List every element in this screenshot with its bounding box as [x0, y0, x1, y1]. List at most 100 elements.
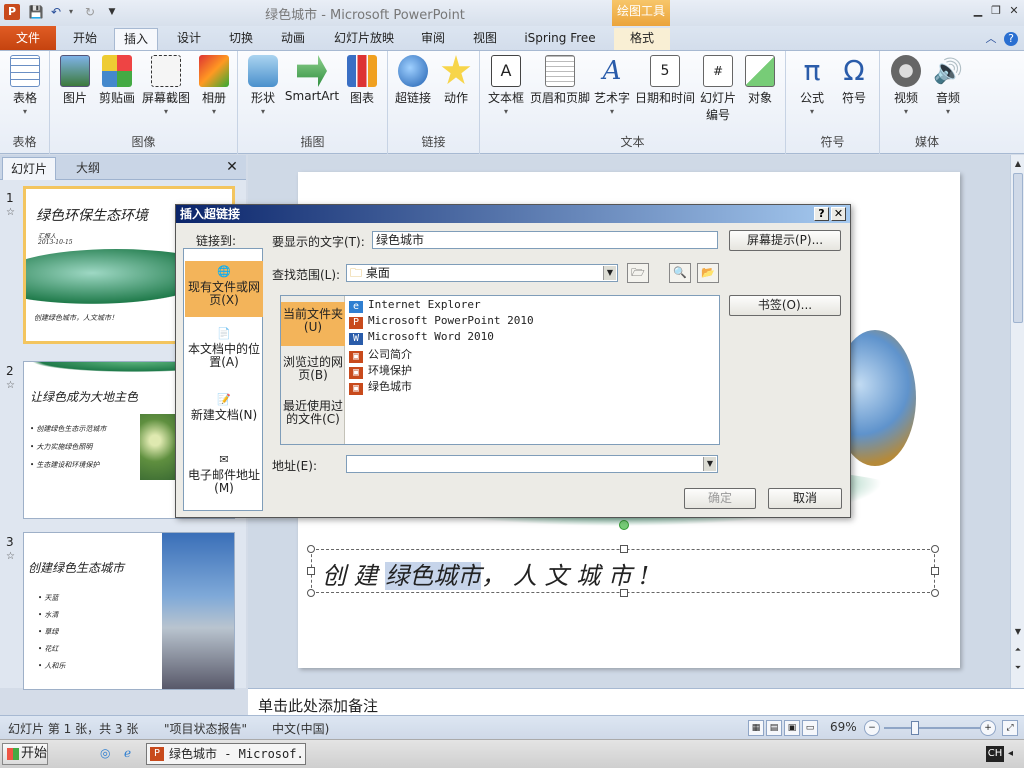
tab-slides[interactable]: 幻灯片: [2, 157, 56, 180]
next-slide-icon[interactable]: ⏷: [1012, 661, 1024, 675]
clipart-button[interactable]: 剪贴画: [96, 55, 138, 106]
header-footer-button[interactable]: 页眉和页脚: [528, 55, 592, 106]
bookmark-button[interactable]: 书签(O)...: [729, 295, 841, 316]
collapse-ribbon-icon[interactable]: ︿: [984, 32, 998, 46]
tab-animations[interactable]: 动画: [270, 28, 316, 50]
tab-outline[interactable]: 大纲: [60, 157, 116, 180]
resize-handle[interactable]: [931, 567, 939, 575]
link-email-address[interactable]: ✉ 电子邮件地址(M): [185, 449, 263, 499]
fit-to-window-icon[interactable]: ⤢: [1002, 720, 1018, 736]
tab-design[interactable]: 设计: [166, 28, 212, 50]
scroll-thumb[interactable]: [1013, 173, 1023, 323]
start-button[interactable]: 开始: [2, 743, 48, 765]
slide-text[interactable]: 创 建 绿色城市， 人 文 城 市 !: [322, 556, 649, 591]
tab-format[interactable]: 格式: [614, 28, 670, 50]
tab-slideshow[interactable]: 幻灯片放映: [326, 28, 402, 50]
wordart-button[interactable]: A 艺术字 ▾: [592, 55, 632, 116]
ie-icon[interactable]: ℯ: [124, 746, 140, 762]
resize-handle[interactable]: [931, 545, 939, 553]
scroll-down-icon[interactable]: ▼: [1012, 625, 1024, 639]
ok-button[interactable]: 确定: [684, 488, 756, 509]
resize-handle[interactable]: [307, 567, 315, 575]
zoom-slider-thumb[interactable]: [911, 721, 920, 735]
help-icon[interactable]: ?: [1004, 32, 1018, 46]
audio-button[interactable]: 🔊 音频 ▾: [928, 55, 968, 116]
file-list-item[interactable]: W Microsoft Word 2010: [349, 330, 494, 345]
selected-text[interactable]: 绿色城市: [385, 562, 482, 590]
tab-view[interactable]: 视图: [462, 28, 508, 50]
screenshot-button[interactable]: 屏幕截图 ▾: [140, 55, 192, 116]
picture-button[interactable]: 图片: [54, 55, 96, 106]
file-list-item[interactable]: ▣ 绿色城市: [349, 378, 412, 395]
tab-transitions[interactable]: 切换: [218, 28, 264, 50]
minimize-icon[interactable]: ▁: [970, 3, 986, 19]
zoom-slider[interactable]: [884, 727, 980, 729]
date-time-button[interactable]: 5 日期和时间: [632, 55, 698, 106]
normal-view-icon[interactable]: ▦: [748, 720, 764, 736]
zoom-out-icon[interactable]: −: [864, 720, 880, 736]
photo-album-button[interactable]: 相册 ▾: [194, 55, 234, 116]
close-icon[interactable]: ✕: [224, 159, 240, 175]
zoom-in-icon[interactable]: +: [980, 720, 996, 736]
up-one-folder-icon[interactable]: 🗁: [627, 263, 649, 283]
file-list-item[interactable]: e Internet Explorer: [349, 298, 481, 313]
chevron-down-icon[interactable]: ▼: [703, 457, 716, 471]
screentip-button[interactable]: 屏幕提示(P)...: [729, 230, 841, 251]
equation-button[interactable]: π 公式 ▾: [792, 55, 832, 117]
dialog-help-icon[interactable]: ?: [814, 207, 829, 221]
ime-indicator[interactable]: CH: [986, 746, 1004, 762]
chart-button[interactable]: 图表: [342, 55, 382, 106]
slide-thumbnail-3[interactable]: 创建绿色生态城市 • 天蓝 • 水清 • 草绿 • 花红 • 人和乐: [23, 532, 235, 690]
close-icon[interactable]: ✕: [1006, 3, 1022, 19]
symbol-button[interactable]: Ω 符号: [834, 55, 874, 106]
file-list-item[interactable]: ▣ 环境保护: [349, 362, 412, 379]
tab-file[interactable]: 文件: [0, 26, 56, 50]
browse-web-icon[interactable]: 🔍: [669, 263, 691, 283]
dialog-close-icon[interactable]: ✕: [831, 207, 846, 221]
chevron-down-icon[interactable]: ▼: [603, 266, 616, 280]
shapes-button[interactable]: 形状 ▾: [244, 55, 282, 116]
link-existing-file[interactable]: 🌐 现有文件或网页(X): [185, 261, 263, 317]
link-new-document[interactable]: 📝 新建文档(N): [185, 389, 263, 429]
file-list-item[interactable]: ▣ 公司简介: [349, 346, 412, 363]
previous-slide-icon[interactable]: ⏶: [1012, 643, 1024, 657]
location-recent-files[interactable]: 最近使用过的文件(C): [281, 396, 345, 440]
resize-handle[interactable]: [620, 589, 628, 597]
vertical-scrollbar[interactable]: ▲ ▼ ⏶ ⏷: [1010, 155, 1024, 688]
slide-number-button[interactable]: # 幻灯片 编号: [698, 55, 738, 123]
tab-insert[interactable]: 插入: [114, 28, 158, 50]
text-box[interactable]: 创 建 绿色城市， 人 文 城 市 !: [311, 549, 935, 593]
object-button[interactable]: 对象: [740, 55, 780, 106]
location-browsed-pages[interactable]: 浏览过的网页(B): [281, 352, 345, 386]
browse-file-icon[interactable]: 📂: [697, 263, 719, 283]
resize-handle[interactable]: [307, 589, 315, 597]
resize-handle[interactable]: [931, 589, 939, 597]
reading-view-icon[interactable]: ▣: [784, 720, 800, 736]
textbox-button[interactable]: A 文本框 ▾: [484, 55, 528, 116]
slide-sorter-icon[interactable]: ▤: [766, 720, 782, 736]
desktop-icon[interactable]: ◎: [100, 746, 116, 762]
tab-ispring[interactable]: iSpring Free: [518, 28, 602, 50]
look-in-select[interactable]: 🗀 桌面 ▼: [346, 264, 618, 282]
resize-handle[interactable]: [307, 545, 315, 553]
display-text-input[interactable]: 绿色城市: [372, 231, 718, 249]
notes-pane[interactable]: 单击此处添加备注: [248, 688, 1024, 715]
file-list-item[interactable]: P Microsoft PowerPoint 2010: [349, 314, 534, 329]
video-button[interactable]: 视频 ▾: [886, 55, 926, 116]
location-current-folder[interactable]: 当前文件夹(U): [281, 302, 345, 346]
hyperlink-button[interactable]: 超链接: [392, 55, 434, 106]
taskbar-item-powerpoint[interactable]: P 绿色城市 - Microsof...: [146, 743, 306, 765]
slideshow-view-icon[interactable]: ▭: [802, 720, 818, 736]
smartart-button[interactable]: SmartArt: [284, 55, 340, 103]
link-place-in-document[interactable]: 📄 本文档中的位置(A): [185, 323, 263, 371]
rotate-handle[interactable]: [619, 520, 629, 530]
address-input[interactable]: ▼: [346, 455, 718, 473]
resize-handle[interactable]: [620, 545, 628, 553]
tab-home[interactable]: 开始: [62, 28, 108, 50]
tray-arrow-icon[interactable]: ◂: [1008, 748, 1013, 759]
scroll-up-icon[interactable]: ▲: [1012, 157, 1024, 171]
tab-review[interactable]: 审阅: [410, 28, 456, 50]
action-button[interactable]: 动作: [436, 55, 476, 106]
zoom-level[interactable]: 69%: [830, 720, 857, 734]
table-button[interactable]: 表格 ▾: [6, 55, 44, 116]
